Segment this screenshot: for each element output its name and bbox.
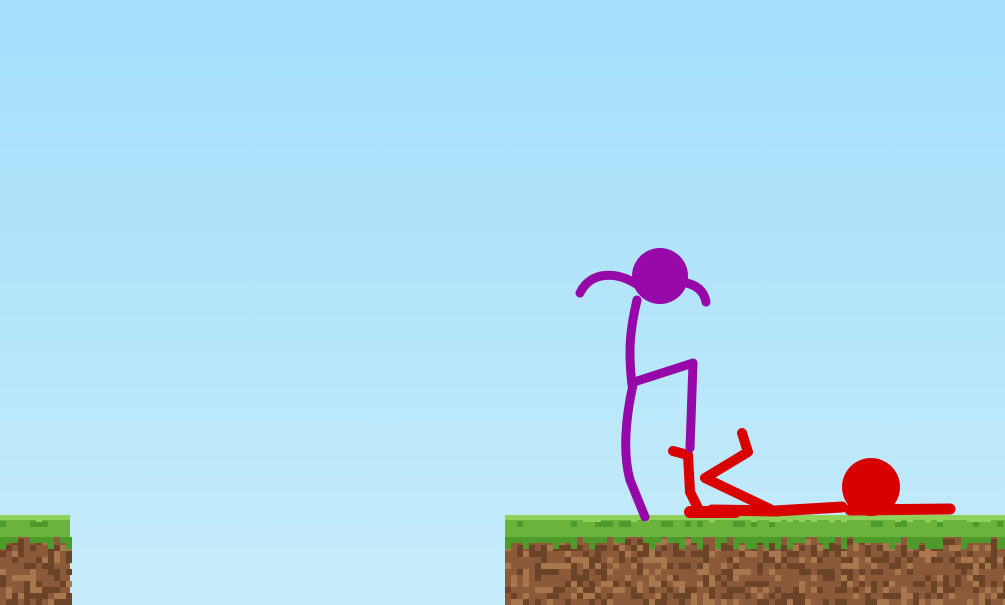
game-canvas [0, 0, 1005, 605]
red-stickman-arm-right [844, 503, 956, 516]
game-scene [0, 0, 1005, 605]
right-grass-block [505, 515, 1005, 605]
purple-stickman-head [632, 248, 688, 304]
left-grass-block [0, 515, 72, 605]
